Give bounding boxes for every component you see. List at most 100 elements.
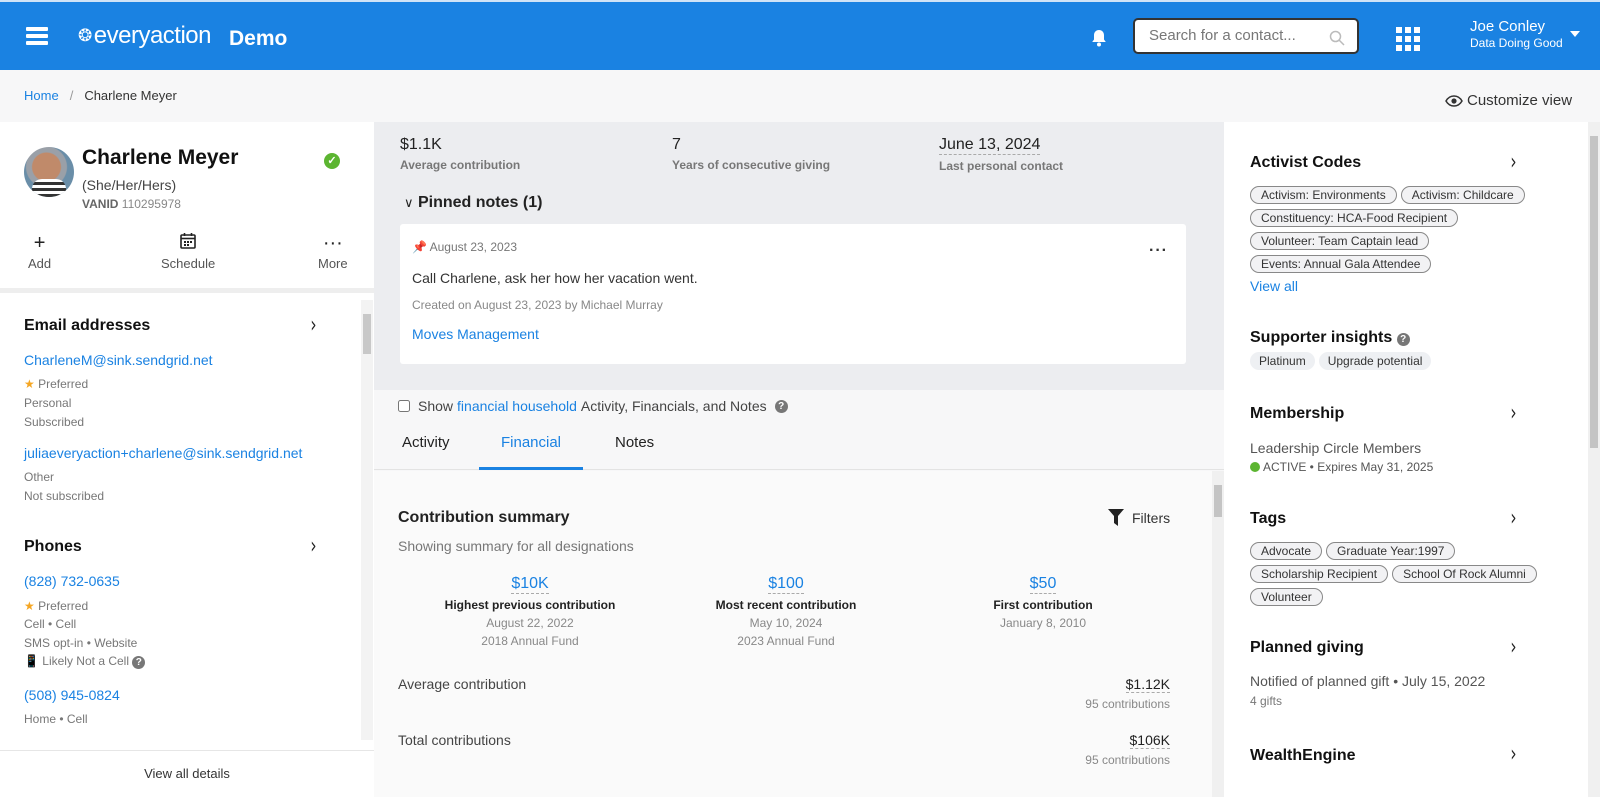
email-link[interactable]: CharleneM@sink.sendgrid.net: [24, 352, 213, 368]
app-launcher-icon[interactable]: [1396, 27, 1420, 51]
stat-average-contribution: $1.1K Average contribution: [400, 136, 521, 172]
more-icon: ···: [322, 232, 343, 254]
note-more-icon[interactable]: ···: [1149, 242, 1168, 260]
left-scrollbar[interactable]: [361, 300, 373, 740]
contribution-summary-subtitle: Showing summary for all designations: [398, 538, 634, 554]
household-checkbox[interactable]: [398, 400, 410, 412]
tab-notes[interactable]: Notes: [615, 434, 654, 470]
contact-search[interactable]: [1133, 18, 1359, 54]
tab-financial[interactable]: Financial: [479, 434, 583, 470]
wealthengine-title: WealthEngine: [1250, 747, 1356, 764]
customize-view-button[interactable]: Customize view: [1445, 92, 1572, 109]
planned-giving-count: 4 gifts: [1250, 694, 1283, 708]
activist-codes-chevron-icon[interactable]: ›: [1510, 150, 1516, 175]
note-category-link[interactable]: Moves Management: [412, 326, 539, 342]
pronouns: (She/Her/Hers): [82, 177, 177, 193]
stat-consecutive-years: 7 Years of consecutive giving: [672, 136, 831, 172]
phone-question-icon: 📱: [24, 654, 39, 668]
user-name: Joe Conley: [1470, 18, 1546, 35]
planned-giving-text: Notified of planned gift • July 15, 2022: [1250, 673, 1486, 689]
activist-code-chip[interactable]: Activism: Environments: [1250, 186, 1397, 204]
vanid: VANID 110295978: [82, 197, 181, 211]
star-icon: ★: [24, 377, 35, 391]
supporter-insights-title: Supporter insights ?: [1250, 329, 1410, 347]
notification-bell-icon[interactable]: [1091, 29, 1107, 47]
schedule-button[interactable]: Schedule: [161, 230, 215, 271]
contact-details-scroll: Email addresses › CharleneM@sink.sendgri…: [0, 293, 374, 735]
search-icon[interactable]: [1329, 30, 1345, 46]
tags-chevron-icon[interactable]: ›: [1510, 506, 1516, 531]
breadcrumb-home[interactable]: Home: [24, 88, 59, 103]
chevron-down-icon: [1570, 31, 1580, 37]
activist-code-chip[interactable]: Events: Annual Gala Attendee: [1250, 255, 1432, 273]
phone-link[interactable]: (508) 945-0824: [24, 687, 120, 703]
tags-list: Advocate Graduate Year:1997 Scholarship …: [1250, 542, 1570, 606]
more-button[interactable]: ··· More: [318, 230, 348, 271]
pinned-notes-toggle[interactable]: ∨ Pinned notes (1): [404, 194, 542, 212]
supporter-insights-list: Platinum Upgrade potential: [1250, 352, 1570, 370]
contact-search-input[interactable]: [1149, 27, 1329, 44]
menu-icon[interactable]: [26, 27, 48, 45]
brand-logo[interactable]: ❂everyaction: [78, 22, 211, 50]
activist-code-chip[interactable]: Activism: Childcare: [1400, 186, 1525, 204]
email-section-chevron-icon[interactable]: ›: [310, 313, 316, 338]
right-scrollbar[interactable]: [1588, 122, 1600, 797]
center-scrollbar[interactable]: [1212, 471, 1224, 797]
phones-section-chevron-icon[interactable]: ›: [310, 534, 316, 559]
email-status: Subscribed: [24, 415, 85, 429]
scrollbar-thumb[interactable]: [363, 314, 371, 354]
tab-activity[interactable]: Activity: [402, 434, 450, 470]
kpi-highest: $10K Highest previous contribution August …: [444, 575, 616, 648]
email-preferred: ★ Preferred: [24, 377, 89, 391]
activist-codes-list: Activism: Environments Activism: Childca…: [1250, 186, 1570, 273]
breadcrumb-separator: /: [69, 88, 74, 103]
help-icon[interactable]: ?: [1396, 333, 1410, 346]
pinned-note-card: 📌 August 23, 2023 ··· Call Charlene, ask…: [400, 224, 1186, 364]
customize-view-label: Customize view: [1467, 92, 1573, 109]
view-all-activist-codes-link[interactable]: View all: [1250, 278, 1298, 294]
tag-chip[interactable]: Scholarship Recipient: [1250, 565, 1389, 583]
phone-sms: SMS opt-in • Website: [24, 636, 138, 650]
add-button[interactable]: + Add: [28, 230, 51, 271]
scrollbar-thumb[interactable]: [1214, 485, 1222, 517]
summary-stats: $1.1K Average contribution 7 Years of cons…: [374, 122, 1224, 390]
membership-title: Membership: [1250, 405, 1345, 422]
insights-panel: Activist Codes › Activism: Environments …: [1224, 122, 1588, 797]
activist-code-chip[interactable]: Constituency: HCA-Food Recipient: [1250, 209, 1459, 227]
note-created: Created on August 23, 2023 by Michael Mu…: [412, 298, 663, 312]
kpi-most-recent: $100 Most recent contribution May 10, 2024…: [715, 575, 857, 648]
summary-row-total: Total contributions $106K 95 contributions: [398, 732, 1170, 767]
user-org: Data Doing Good: [1470, 36, 1563, 50]
membership-status: ACTIVE • Expires May 31, 2025: [1250, 460, 1433, 474]
email-link[interactable]: juliaeveryaction+charlene@sink.sendgrid.…: [24, 445, 302, 461]
insight-pill: Platinum: [1250, 352, 1315, 370]
membership-chevron-icon[interactable]: ›: [1510, 401, 1516, 426]
planned-giving-chevron-icon[interactable]: ›: [1510, 635, 1516, 660]
financial-household-link[interactable]: financial household: [457, 398, 577, 414]
tags-title: Tags: [1250, 510, 1287, 527]
tag-chip[interactable]: School Of Rock Alumni: [1392, 565, 1537, 583]
wealthengine-chevron-icon[interactable]: ›: [1510, 742, 1516, 767]
plus-icon: +: [33, 232, 46, 254]
kpi-first: $50 First contribution January 8, 2010: [993, 575, 1093, 630]
contact-name: Charlene Meyer: [82, 146, 239, 169]
email-section-title: Email addresses: [24, 317, 151, 334]
check-circle-icon: ✓: [324, 153, 340, 169]
activist-code-chip[interactable]: Volunteer: Team Captain lead: [1250, 232, 1430, 250]
help-icon[interactable]: ?: [132, 656, 146, 669]
planned-giving-title: Planned giving: [1250, 639, 1364, 656]
calendar-icon: [161, 230, 215, 256]
tag-chip[interactable]: Volunteer: [1250, 588, 1323, 606]
help-icon[interactable]: ?: [774, 399, 788, 413]
breadcrumb-current: Charlene Meyer: [84, 88, 177, 103]
tag-chip[interactable]: Advocate: [1250, 542, 1323, 560]
scrollbar-thumb[interactable]: [1590, 136, 1598, 448]
insight-pill: Upgrade potential: [1318, 352, 1432, 370]
view-all-details-button[interactable]: View all details: [0, 750, 374, 797]
email-status: Not subscribed: [24, 489, 105, 503]
phone-link[interactable]: (828) 732-0635: [24, 573, 120, 589]
filters-button[interactable]: Filters: [1108, 509, 1170, 526]
email-type: Personal: [24, 396, 72, 410]
user-menu[interactable]: Joe Conley Data Doing Good: [1470, 18, 1580, 50]
tag-chip[interactable]: Graduate Year:1997: [1326, 542, 1456, 560]
